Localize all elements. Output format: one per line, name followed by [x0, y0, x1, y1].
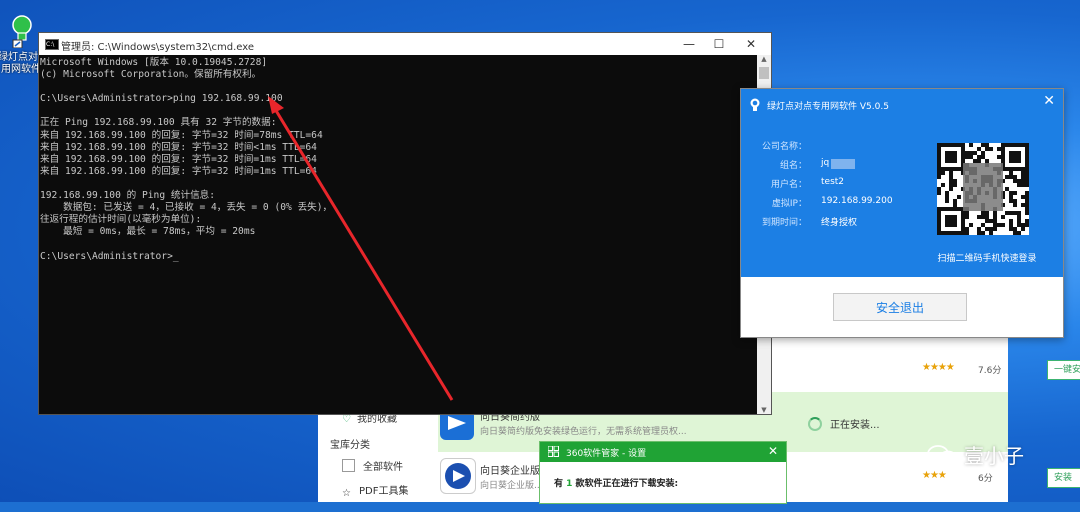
- msg-suffix: 款软件正在进行下载安装:: [572, 479, 679, 489]
- popup-message: 有 1 款软件正在进行下载安装:: [554, 476, 678, 489]
- maximize-button[interactable]: ☐: [705, 35, 733, 53]
- category-header: 宝库分类: [330, 440, 370, 451]
- rating-stars: ★★★: [922, 470, 947, 481]
- console-output: Microsoft Windows [版本 10.0.19045.2728] (…: [40, 57, 333, 262]
- loading-spinner-icon: [808, 417, 822, 431]
- close-icon[interactable]: ✕: [768, 444, 778, 458]
- sidebar-item-label: 全部软件: [363, 462, 403, 473]
- star-outline-icon: ☆: [342, 488, 351, 499]
- close-button[interactable]: ✕: [737, 35, 765, 53]
- heart-icon: ♡: [342, 414, 351, 425]
- cmd-titlebar[interactable]: C:\ 管理员: C:\Windows\system32\cmd.exe — ☐…: [39, 33, 771, 55]
- qr-code-image: [937, 143, 1029, 235]
- install-status: 正在安装...: [808, 416, 880, 431]
- watermark: 壹小子: [926, 440, 1024, 469]
- client-header-panel: 绿灯点对点专用网软件 V5.0.5 ✕ 公司名称： 组名： jq 用户名： test…: [741, 89, 1063, 277]
- scroll-down-icon[interactable]: ▼: [757, 406, 771, 414]
- favorites-label: 我的收藏: [356, 414, 397, 425]
- watermark-text: 壹小子: [964, 444, 1024, 468]
- client-title: 绿灯点对点专用网软件 V5.0.5: [767, 102, 889, 112]
- sidebar-item-label: PDF工具集: [358, 486, 409, 497]
- minimize-button[interactable]: —: [675, 35, 703, 53]
- scrollbar-thumb[interactable]: [759, 67, 769, 79]
- field-label: 虚拟IP：: [771, 199, 807, 209]
- field-value: 192.168.99.200: [821, 196, 893, 206]
- field-value: jq: [821, 158, 830, 168]
- sunlogin-enterprise-app-icon: [440, 458, 476, 494]
- grid-logo-icon: [548, 446, 559, 457]
- install-popup[interactable]: 360软件管家 - 设置 ✕ 有 1 款软件正在进行下载安装:: [539, 441, 787, 504]
- rating-stars: ★★★★: [922, 362, 955, 373]
- safe-logout-button[interactable]: 安全退出: [833, 293, 967, 321]
- qr-caption: 扫描二维码手机快速登录: [937, 254, 1037, 264]
- field-label: 公司名称：: [761, 142, 807, 152]
- app-name: 向日葵企业版: [480, 466, 540, 477]
- rating-score: 6分: [978, 474, 993, 484]
- sidebar-item-pdf-tools[interactable]: ☆ PDF工具集: [342, 482, 408, 499]
- scroll-up-icon[interactable]: ▲: [757, 55, 771, 63]
- cmd-title: 管理员: C:\Windows\system32\cmd.exe: [61, 42, 255, 53]
- field-value: 终身授权: [821, 218, 858, 228]
- install-button[interactable]: 安装▼: [1047, 468, 1080, 488]
- field-value: test2: [821, 177, 845, 187]
- field-label: 到期时间：: [761, 218, 807, 228]
- cmd-console[interactable]: Microsoft Windows [版本 10.0.19045.2728] (…: [39, 55, 757, 414]
- close-icon[interactable]: ✕: [1043, 93, 1055, 109]
- app-description: 向日葵企业版...: [480, 481, 543, 491]
- lvdeng-client-window[interactable]: 绿灯点对点专用网软件 V5.0.5 ✕ 公司名称： 组名： jq 用户名： test…: [740, 88, 1064, 338]
- install-status-label: 正在安装...: [830, 420, 880, 431]
- popup-title: 360软件管家 - 设置: [566, 449, 647, 459]
- popup-header: 360软件管家 - 设置 ✕: [540, 442, 786, 462]
- cmd-window[interactable]: C:\ 管理员: C:\Windows\system32\cmd.exe — ☐…: [38, 32, 772, 415]
- grid-icon: [342, 459, 355, 472]
- msg-prefix: 有: [554, 479, 567, 489]
- install-button-label: 一键安装: [1054, 365, 1080, 375]
- field-label: 组名：: [779, 161, 807, 171]
- rating-score: 7.6分: [978, 366, 1002, 376]
- lightbulb-icon: [12, 15, 32, 49]
- wechat-icon: [927, 445, 957, 466]
- cmd-icon: C:\: [45, 39, 59, 50]
- sidebar-item-all-software[interactable]: 全部软件: [342, 458, 403, 473]
- install-button-label: 安装: [1054, 473, 1073, 483]
- lightbulb-logo-icon: [750, 98, 760, 111]
- one-click-install-button[interactable]: 一键安装▼: [1047, 360, 1080, 380]
- blur-mask: [831, 159, 855, 169]
- field-label: 用户名：: [770, 180, 807, 190]
- app-description: 向日葵简约版免安装绿色运行，无需系统管理员权...: [480, 427, 687, 437]
